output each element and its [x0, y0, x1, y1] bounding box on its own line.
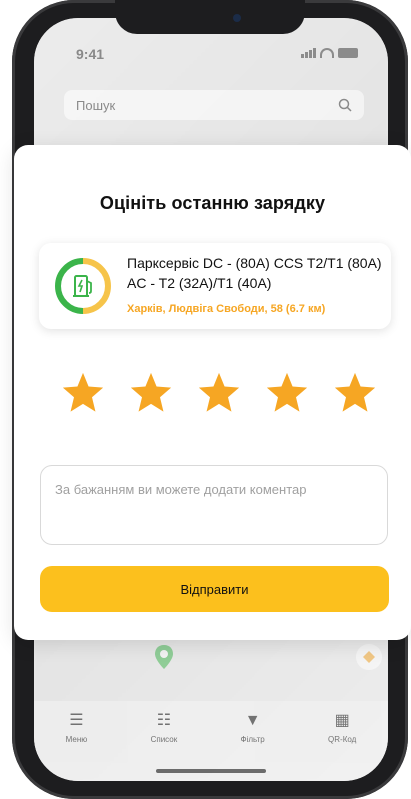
tab-qr[interactable]: ▦ QR-Код	[328, 713, 356, 781]
submit-button[interactable]: Відправити	[40, 566, 389, 612]
station-address: Харків, Людвіга Свободи, 58 (6.7 км)	[127, 303, 326, 315]
map-pin-yellow-icon[interactable]	[356, 644, 382, 670]
tab-qr-label: QR-Код	[328, 735, 357, 744]
home-indicator	[156, 769, 266, 773]
star-5-icon[interactable]	[332, 370, 378, 416]
rating-modal: Оцініть останню зарядку Парксервіс DC - …	[14, 145, 411, 640]
wifi-icon	[320, 48, 334, 58]
search-placeholder: Пошук	[76, 97, 116, 113]
filter-icon: ▼	[244, 712, 261, 729]
search-input[interactable]: Пошук	[64, 90, 364, 120]
station-card[interactable]: Парксервіс DC - (80А) CCS T2/T1 (80А) AC…	[39, 243, 391, 329]
status-icons	[301, 48, 358, 58]
star-3-icon[interactable]	[196, 370, 242, 416]
menu-icon: ☰	[69, 712, 84, 729]
screen: 9:41 Пошук ☰ Меню ☷ Список ▼ Фільтр ▦ QR…	[0, 0, 411, 799]
tab-menu[interactable]: ☰ Меню	[66, 713, 88, 781]
search-icon	[338, 98, 352, 112]
signal-icon	[301, 48, 316, 58]
star-rating	[60, 370, 378, 416]
tab-menu-label: Меню	[65, 735, 88, 744]
status-time: 9:41	[76, 46, 105, 62]
comment-input[interactable]	[40, 465, 388, 545]
star-4-icon[interactable]	[264, 370, 310, 416]
station-name: Парксервіс DC - (80А) CCS T2/T1 (80А) AC…	[127, 255, 382, 291]
star-1-icon[interactable]	[60, 370, 106, 416]
map-pin-icon[interactable]	[154, 644, 174, 670]
star-2-icon[interactable]	[128, 370, 174, 416]
tab-filter-label: Фільтр	[240, 735, 265, 744]
list-icon: ☷	[156, 712, 172, 729]
tab-list-label: Список	[150, 735, 178, 744]
camera-icon	[233, 14, 241, 22]
charging-station-icon	[55, 258, 111, 314]
battery-icon	[338, 48, 358, 58]
notch	[115, 0, 305, 34]
qr-code-icon: ▦	[334, 712, 350, 729]
modal-title: Оцініть останню зарядку	[99, 193, 326, 213]
